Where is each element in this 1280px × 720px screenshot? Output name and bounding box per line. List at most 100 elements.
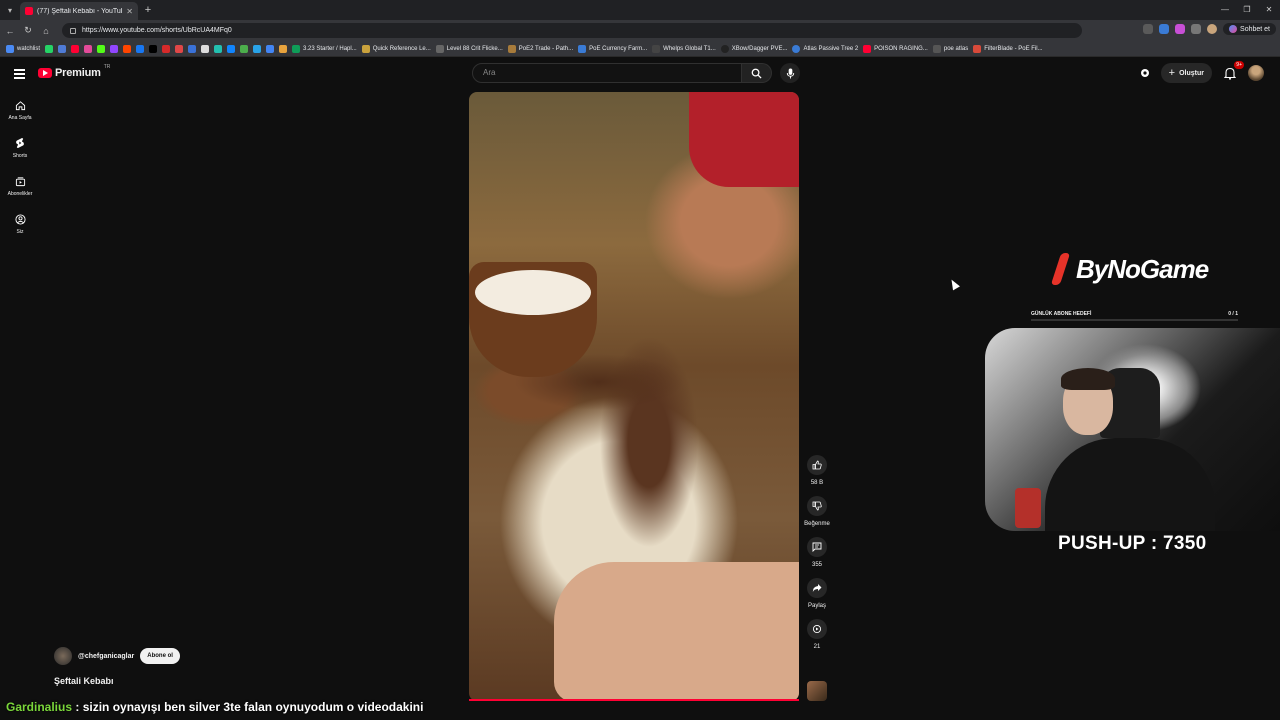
subscribe-button[interactable]: Abone ol (140, 648, 180, 664)
chat-button[interactable]: Sohbet et (1223, 23, 1276, 35)
youtube-icon[interactable] (71, 44, 80, 53)
dislike-button[interactable]: Beğenme (802, 496, 832, 527)
close-window-icon[interactable]: ✕ (1258, 0, 1280, 20)
like-button[interactable]: 58 B (802, 455, 832, 486)
bookmark-item[interactable]: Level 88 Crit Flicke... (435, 44, 503, 53)
bookmark-label: POISON RAGING... (874, 45, 928, 52)
bookmark-item[interactable]: Atlas Passive Tree 2 (792, 44, 858, 53)
chat-username: Gardinalius (6, 700, 73, 714)
search-input[interactable]: Ara (472, 63, 742, 83)
minimize-icon[interactable]: — (1214, 0, 1236, 20)
youtube-logo[interactable]: Premium TR (38, 64, 110, 79)
extension-icon[interactable] (1191, 24, 1202, 34)
voice-search-button[interactable] (780, 63, 800, 83)
profile-icon[interactable] (1207, 24, 1218, 34)
new-tab-button[interactable]: + (138, 4, 158, 16)
gear-icon[interactable] (1139, 67, 1151, 79)
sidebar-item-shorts[interactable]: Shorts (0, 129, 40, 167)
twitch-icon[interactable] (110, 44, 119, 53)
bookmark-icon (361, 44, 370, 53)
bookmark-item[interactable]: PoE2 Trade - Path... (507, 44, 573, 53)
reddit-icon[interactable] (123, 44, 132, 53)
bookmark-item[interactable]: 3.23 Starter / Hapl... (292, 44, 357, 53)
comments-button[interactable]: 355 (802, 537, 832, 568)
extension-icon[interactable] (1175, 24, 1186, 34)
shorts-icon (16, 138, 24, 148)
bookmark-label: XBow/Dagger PVE... (731, 45, 788, 52)
bluesky-icon[interactable] (227, 44, 236, 53)
notifications-button[interactable]: 9+ (1222, 61, 1244, 81)
bookmark-icon[interactable] (279, 44, 288, 53)
mic-icon (786, 67, 794, 79)
copilot-icon (1229, 25, 1238, 33)
thumbs-down-icon (812, 501, 822, 511)
sidebar-item-subscriptions[interactable]: Abonelikler (0, 167, 40, 205)
dislike-label: Beğenme (804, 521, 830, 527)
bookmark-icon[interactable] (162, 44, 171, 53)
restore-icon[interactable]: ❐ (1236, 0, 1258, 20)
x-icon[interactable] (149, 44, 158, 53)
bookmark-item[interactable]: PoE Currency Farm... (578, 44, 647, 53)
menu-icon[interactable] (14, 69, 25, 81)
bookmark-icon[interactable] (240, 44, 249, 53)
bookmark-item[interactable]: poe atlas (932, 44, 968, 53)
bookmark-item[interactable]: Quick Reference Le... (361, 44, 431, 53)
bookmark-item[interactable]: XBow/Dagger PVE... (720, 44, 788, 53)
sidebar-item-you[interactable]: Siz (0, 205, 40, 243)
sidebar-item-label: Ana Sayfa (8, 114, 32, 121)
remix-icon (812, 624, 822, 634)
channel-name[interactable]: @chefganicaglar (78, 653, 134, 660)
bookmark-icon[interactable] (175, 44, 184, 53)
bookmark-icon[interactable] (253, 44, 262, 53)
channel-avatar[interactable] (54, 647, 72, 665)
remix-button[interactable]: 21 (802, 619, 832, 650)
bookmark-item[interactable]: watchlist (6, 44, 40, 53)
bookmark-icon[interactable] (84, 44, 93, 53)
tab-title: (77) Şeftali Kebabı - YouTube (37, 7, 123, 15)
bookmark-icon (932, 44, 941, 53)
bookmark-item[interactable]: FilterBlade - PoE Fil... (973, 44, 1043, 53)
back-icon[interactable]: ← (4, 26, 16, 36)
bookmark-icon[interactable] (214, 44, 223, 53)
video-progress-bar[interactable] (469, 699, 799, 701)
facebook-icon[interactable] (136, 44, 145, 53)
bookmark-icon[interactable] (266, 44, 275, 53)
site-info-icon[interactable] (70, 27, 76, 34)
kick-icon[interactable] (97, 44, 106, 53)
sidebar-item-label: Shorts (12, 153, 28, 159)
tab-list-icon[interactable]: ▾ (0, 0, 20, 20)
bookmark-label: FilterBlade - PoE Fil... (984, 45, 1043, 52)
bookmark-icon (792, 44, 801, 53)
youtube-play-icon (38, 68, 52, 78)
subscriptions-icon (15, 176, 25, 186)
create-button[interactable]: + Oluştur (1160, 63, 1212, 83)
short-title[interactable]: Şeftali Kebabı (54, 676, 114, 686)
whatsapp-icon[interactable] (45, 44, 54, 53)
notification-badge: 9+ (1234, 61, 1244, 69)
reload-icon[interactable]: ↻ (22, 25, 34, 36)
bookmark-label: Whelps Global T1... (663, 45, 716, 52)
sidebar-item-home[interactable]: Ana Sayfa (0, 91, 40, 129)
share-button[interactable]: Paylaş (802, 578, 832, 609)
sound-thumbnail[interactable] (807, 681, 827, 701)
bookmark-icon[interactable] (201, 44, 210, 53)
url-input[interactable]: https://www.youtube.com/shorts/UbRcUA4MF… (62, 23, 1082, 38)
home-icon[interactable]: ⌂ (40, 26, 52, 36)
sidebar-item-label: Abonelikler (7, 190, 33, 197)
address-bar-row: ← ↻ ⌂ https://www.youtube.com/shorts/UbR… (0, 20, 1280, 41)
extension-icon[interactable] (1159, 24, 1170, 34)
close-tab-icon[interactable]: ✕ (126, 7, 133, 16)
short-video-player[interactable] (469, 92, 799, 701)
bookmark-item[interactable]: POISON RAGING... (863, 44, 928, 53)
bookmark-icon (973, 44, 982, 53)
bookmark-icon[interactable] (58, 44, 67, 53)
browser-tab[interactable]: (77) Şeftali Kebabı - YouTube ✕ (20, 2, 138, 20)
bookmark-icon[interactable] (188, 44, 197, 53)
bookmark-item[interactable]: Whelps Global T1... (652, 44, 716, 53)
youtube-header: Premium TR Ara + Oluştur 9+ (0, 57, 1280, 91)
logo-text: Premium (55, 67, 101, 79)
bookmark-label: 3.23 Starter / Hapl... (303, 45, 357, 52)
search-button[interactable] (742, 63, 772, 83)
extension-icon[interactable] (1143, 24, 1154, 34)
avatar[interactable] (1248, 65, 1264, 81)
